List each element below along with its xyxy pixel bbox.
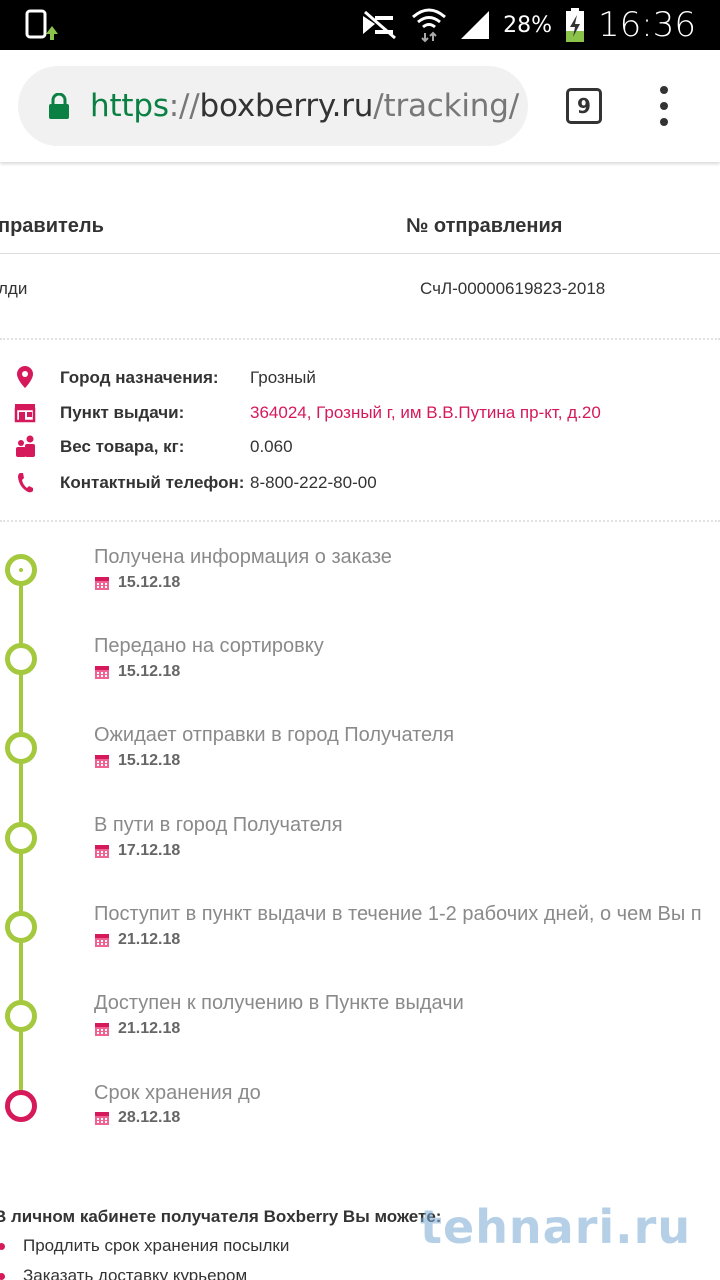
info-row-weight: Вес товара, кг: 0.060 — [0, 432, 720, 462]
timeline-status: Поступит в пункт выдачи в течение 1-2 ра… — [94, 903, 702, 925]
mute-icon — [363, 10, 397, 40]
bullet-dot — [0, 1272, 5, 1280]
timeline-date: 21.12.18 — [94, 930, 180, 950]
store-icon — [14, 404, 36, 423]
timeline-status: В пути в город Получателя — [94, 814, 343, 836]
timeline-node — [5, 1000, 37, 1032]
tab-switcher-button[interactable]: 9 — [566, 88, 602, 124]
timeline-status: Ожидает отправки в город Получателя — [94, 724, 455, 746]
location-pin-icon — [17, 366, 33, 388]
timeline-node-final — [5, 1090, 37, 1122]
sender-value: лди — [0, 279, 28, 298]
info-row-phone: Контактный телефон: 8-800-222-80-00 — [0, 468, 720, 498]
browser-toolbar: https://boxberry.ru/tracking/ 9 — [0, 50, 720, 162]
battery-charging-icon — [566, 8, 585, 42]
wifi-icon — [412, 8, 447, 43]
info-row-destination-city: Город назначения: Грозный — [0, 363, 720, 393]
screen-rotate-icon — [25, 9, 58, 40]
timeline-status: Передано на сортировку — [94, 635, 324, 657]
calendar-icon — [95, 845, 109, 858]
info-label: Вес товара, кг — [60, 437, 179, 456]
timeline-node — [5, 732, 37, 764]
info-label: Пункт выдачи — [60, 403, 179, 422]
timeline-date: 15.12.18 — [94, 662, 180, 682]
tab-count: 9 — [577, 94, 591, 118]
status-bar: 28% 16:36 — [0, 0, 720, 50]
section-divider — [0, 338, 720, 340]
section-divider — [0, 520, 720, 522]
timeline-node — [5, 643, 37, 675]
bullet-dot — [0, 1242, 5, 1250]
menu-dot — [660, 86, 668, 94]
battery-percent: 28% — [503, 12, 553, 38]
calendar-icon — [95, 755, 109, 768]
timeline-status: Срок хранения до — [94, 1082, 261, 1104]
timeline-date: 21.12.18 — [94, 1019, 180, 1039]
timeline-date: 28.12.18 — [94, 1108, 180, 1128]
info-label: Город назначения — [60, 368, 213, 387]
menu-dot — [660, 102, 668, 110]
menu-dot — [660, 118, 668, 126]
clock: 16:36 — [598, 5, 696, 45]
timeline-date: 15.12.18 — [94, 573, 180, 593]
calendar-icon — [95, 934, 109, 947]
lock-icon — [49, 93, 69, 119]
timeline-node — [5, 822, 37, 854]
number-column-header: № отправления — [406, 215, 563, 237]
info-row-pickup-point: Пункт выдачи: 364024, Грозный г, им В.В.… — [0, 398, 720, 428]
signal-icon — [461, 11, 490, 39]
cabinet-option[interactable]: Продлить срок хранения посылки — [0, 1236, 289, 1256]
calendar-icon — [95, 1023, 109, 1036]
timeline-node — [5, 554, 37, 586]
timeline-date: 17.12.18 — [94, 841, 180, 861]
browser-menu-button[interactable] — [654, 86, 674, 126]
table-divider — [0, 253, 720, 254]
url-text[interactable]: https://boxberry.ru/tracking/ — [90, 88, 519, 124]
phone-icon — [18, 473, 33, 493]
pickup-address-link[interactable]: 364024, Грозный г, им В.В.Путина пр-кт, … — [250, 403, 601, 423]
info-label: Контактный телефон — [60, 473, 239, 492]
watermark: tehnari.ru — [420, 1200, 692, 1254]
sender-column-header: правитель — [0, 215, 104, 237]
calendar-icon — [95, 666, 109, 679]
people-icon — [16, 435, 35, 457]
timeline-node — [5, 911, 37, 943]
calendar-icon — [95, 577, 109, 590]
phone-value: 8-800-222-80-00 — [250, 473, 377, 492]
cabinet-option[interactable]: Заказать доставку курьером — [0, 1266, 247, 1280]
timeline-status: Получена информация о заказе — [94, 546, 392, 568]
info-value: 0.060 — [250, 437, 293, 456]
timeline-status: Доступен к получению в Пункте выдачи — [94, 992, 464, 1014]
timeline-date: 15.12.18 — [94, 751, 180, 771]
cabinet-heading: В личном кабинете получателя Boxberry Вы… — [0, 1207, 442, 1226]
info-value: Грозный — [250, 368, 316, 387]
address-bar[interactable]: https://boxberry.ru/tracking/ — [18, 66, 528, 146]
tracking-number: СчЛ-00000619823-2018 — [420, 279, 606, 298]
calendar-icon — [95, 1112, 109, 1125]
